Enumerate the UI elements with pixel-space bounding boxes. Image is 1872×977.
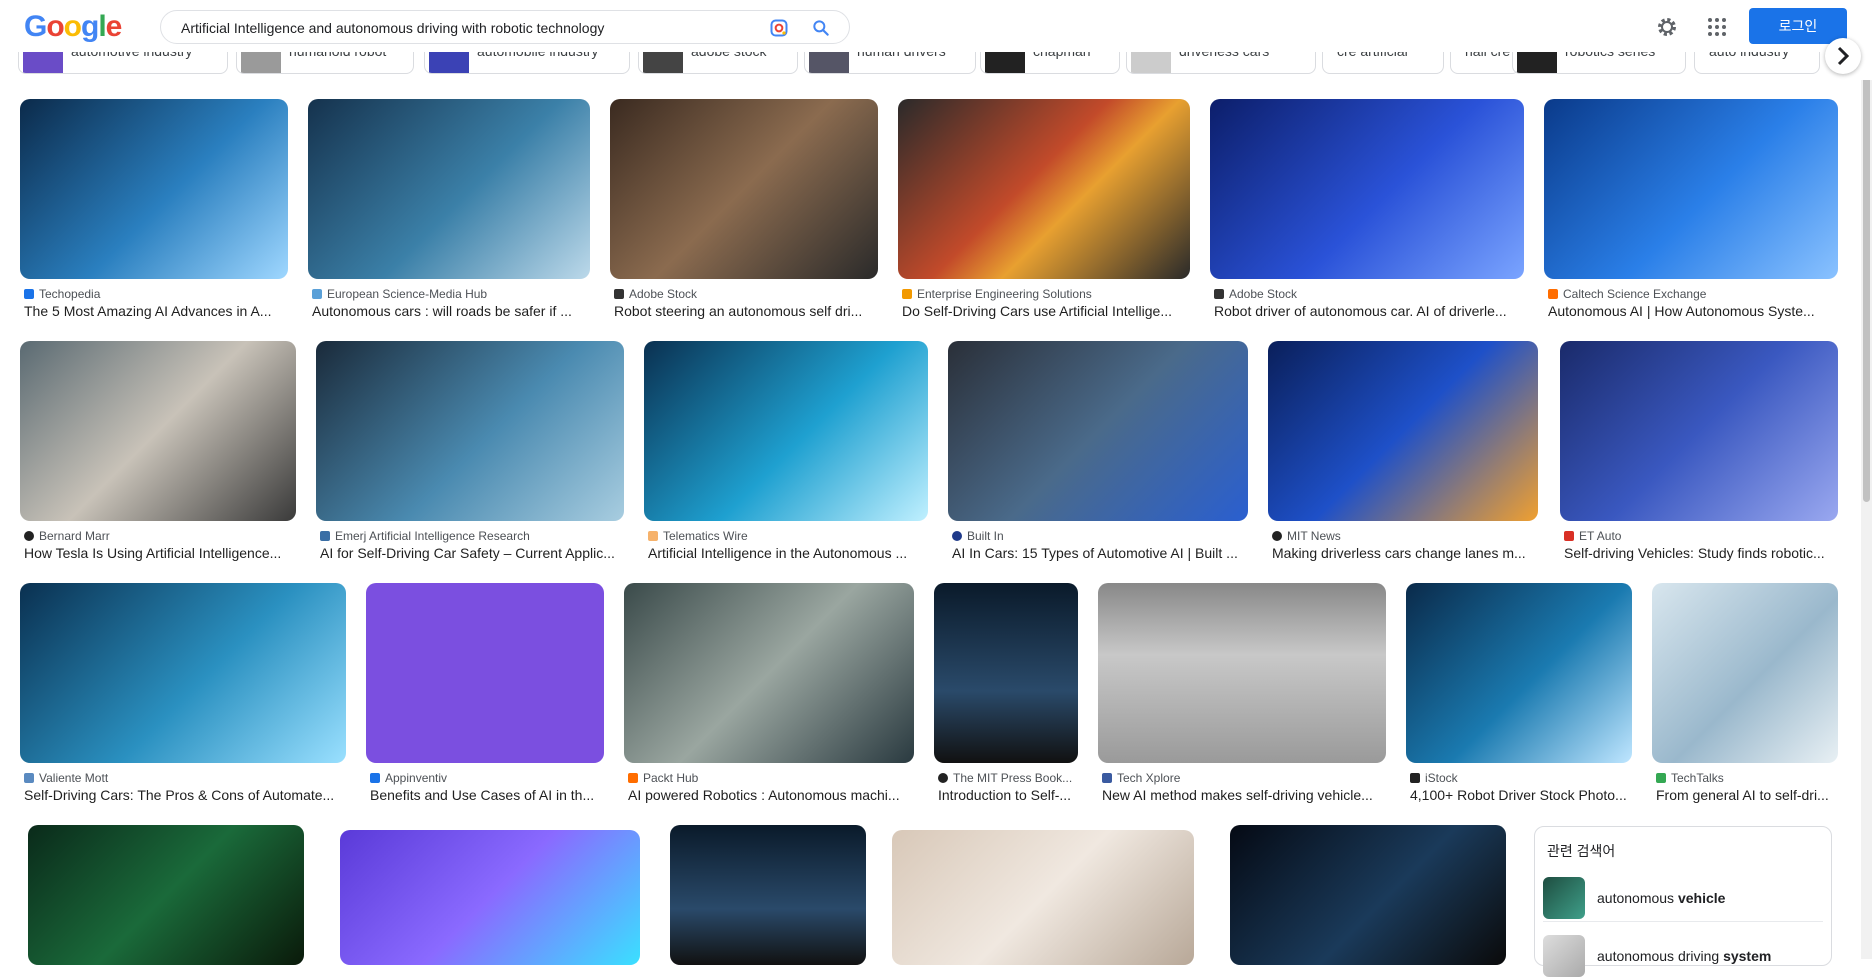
result-title[interactable]: Autonomous AI | How Autonomous Syste... bbox=[1548, 303, 1838, 319]
result-source[interactable]: Adobe Stock bbox=[1214, 287, 1528, 301]
result-image[interactable] bbox=[308, 99, 590, 279]
result-title[interactable]: Making driverless cars change lanes m... bbox=[1272, 545, 1538, 561]
result-image[interactable] bbox=[610, 99, 878, 279]
result-image[interactable] bbox=[644, 341, 928, 521]
result-source[interactable]: ET Auto bbox=[1564, 529, 1842, 543]
result-image[interactable] bbox=[934, 583, 1078, 763]
related-search-label[interactable]: autonomous vehicle bbox=[1597, 890, 1725, 906]
result-title[interactable]: Artificial Intelligence in the Autonomou… bbox=[648, 545, 928, 561]
result-image[interactable] bbox=[948, 341, 1248, 521]
scrollbar-thumb[interactable] bbox=[1863, 54, 1870, 502]
result-source[interactable]: European Science-Media Hub bbox=[312, 287, 594, 301]
result-image[interactable] bbox=[1230, 825, 1506, 965]
related-search-thumbnail bbox=[1543, 935, 1585, 977]
result-image[interactable] bbox=[624, 583, 914, 763]
chevron-right-icon bbox=[1837, 46, 1850, 66]
related-searches-panel: 관련 검색어 autonomous vehicle autonomous dri… bbox=[1534, 826, 1832, 977]
related-search-item[interactable]: autonomous vehicle bbox=[1543, 877, 1823, 922]
result-title[interactable]: Robot driver of autonomous car. AI of dr… bbox=[1214, 303, 1524, 319]
result-source[interactable]: Appinventiv bbox=[370, 771, 608, 785]
result-image[interactable] bbox=[1560, 341, 1838, 521]
result-image[interactable] bbox=[1098, 583, 1386, 763]
result-source[interactable]: Adobe Stock bbox=[614, 287, 882, 301]
chips-next-button[interactable] bbox=[1825, 38, 1861, 74]
gear-icon[interactable] bbox=[1655, 15, 1679, 39]
result-title[interactable]: From general AI to self-dri... bbox=[1656, 787, 1838, 803]
result-source[interactable]: Telematics Wire bbox=[648, 529, 932, 543]
result-source[interactable]: Techopedia bbox=[24, 287, 292, 301]
related-search-item[interactable]: autonomous driving system bbox=[1543, 935, 1823, 977]
result-image[interactable] bbox=[898, 99, 1190, 279]
result-source[interactable]: Packt Hub bbox=[628, 771, 918, 785]
result-source[interactable]: Valiente Mott bbox=[24, 771, 350, 785]
result-image[interactable] bbox=[366, 583, 604, 763]
result-title[interactable]: AI powered Robotics : Autonomous machi..… bbox=[628, 787, 914, 803]
result-title[interactable]: Autonomous cars : will roads be safer if… bbox=[312, 303, 590, 319]
result-image[interactable] bbox=[20, 583, 346, 763]
apps-grid-icon[interactable] bbox=[1705, 15, 1729, 39]
result-image[interactable] bbox=[28, 825, 304, 965]
result-image[interactable] bbox=[340, 830, 640, 965]
result-source[interactable]: Built In bbox=[952, 529, 1252, 543]
result-image[interactable] bbox=[1406, 583, 1632, 763]
result-image[interactable] bbox=[1544, 99, 1838, 279]
result-title[interactable]: New AI method makes self-driving vehicle… bbox=[1102, 787, 1386, 803]
result-image[interactable] bbox=[20, 341, 296, 521]
related-searches-heading: 관련 검색어 bbox=[1547, 843, 1616, 859]
result-source[interactable]: MIT News bbox=[1272, 529, 1542, 543]
result-title[interactable]: AI In Cars: 15 Types of Automotive AI | … bbox=[952, 545, 1248, 561]
result-source[interactable]: Tech Xplore bbox=[1102, 771, 1390, 785]
result-title[interactable]: Introduction to Self-... bbox=[938, 787, 1078, 803]
related-search-thumbnail bbox=[1543, 877, 1585, 919]
result-title[interactable]: Self-Driving Cars: The Pros & Cons of Au… bbox=[24, 787, 346, 803]
result-source[interactable]: The MIT Press Book... bbox=[938, 771, 1082, 785]
scrollbar[interactable] bbox=[1861, 52, 1872, 959]
search-box[interactable] bbox=[160, 10, 850, 44]
result-image[interactable] bbox=[1268, 341, 1538, 521]
result-image[interactable] bbox=[892, 830, 1194, 965]
result-title[interactable]: Self-driving Vehicles: Study finds robot… bbox=[1564, 545, 1838, 561]
result-source[interactable]: Caltech Science Exchange bbox=[1548, 287, 1842, 301]
google-lens-icon[interactable] bbox=[769, 18, 789, 38]
result-source[interactable]: iStock bbox=[1410, 771, 1636, 785]
result-title[interactable]: Do Self-Driving Cars use Artificial Inte… bbox=[902, 303, 1190, 319]
result-image[interactable] bbox=[316, 341, 624, 521]
result-title[interactable]: Benefits and Use Cases of AI in th... bbox=[370, 787, 604, 803]
result-title[interactable]: AI for Self-Driving Car Safety – Current… bbox=[320, 545, 624, 561]
related-search-label[interactable]: autonomous driving system bbox=[1597, 948, 1771, 964]
result-source[interactable]: Enterprise Engineering Solutions bbox=[902, 287, 1194, 301]
search-icon[interactable] bbox=[811, 18, 831, 38]
search-input[interactable] bbox=[179, 17, 743, 39]
result-title[interactable]: Robot steering an autonomous self dri... bbox=[614, 303, 878, 319]
result-source[interactable]: TechTalks bbox=[1656, 771, 1842, 785]
result-title[interactable]: How Tesla Is Using Artificial Intelligen… bbox=[24, 545, 296, 561]
result-source[interactable]: Bernard Marr bbox=[24, 529, 300, 543]
google-logo[interactable]: Google bbox=[24, 10, 122, 44]
result-source[interactable]: Emerj Artificial Intelligence Research bbox=[320, 529, 628, 543]
result-image[interactable] bbox=[1652, 583, 1838, 763]
result-title[interactable]: 4,100+ Robot Driver Stock Photo... bbox=[1410, 787, 1632, 803]
result-title[interactable]: The 5 Most Amazing AI Advances in A... bbox=[24, 303, 288, 319]
header: Google 로그인 bbox=[0, 0, 1872, 52]
result-image[interactable] bbox=[670, 825, 866, 965]
result-image[interactable] bbox=[1210, 99, 1524, 279]
result-image[interactable] bbox=[20, 99, 288, 279]
